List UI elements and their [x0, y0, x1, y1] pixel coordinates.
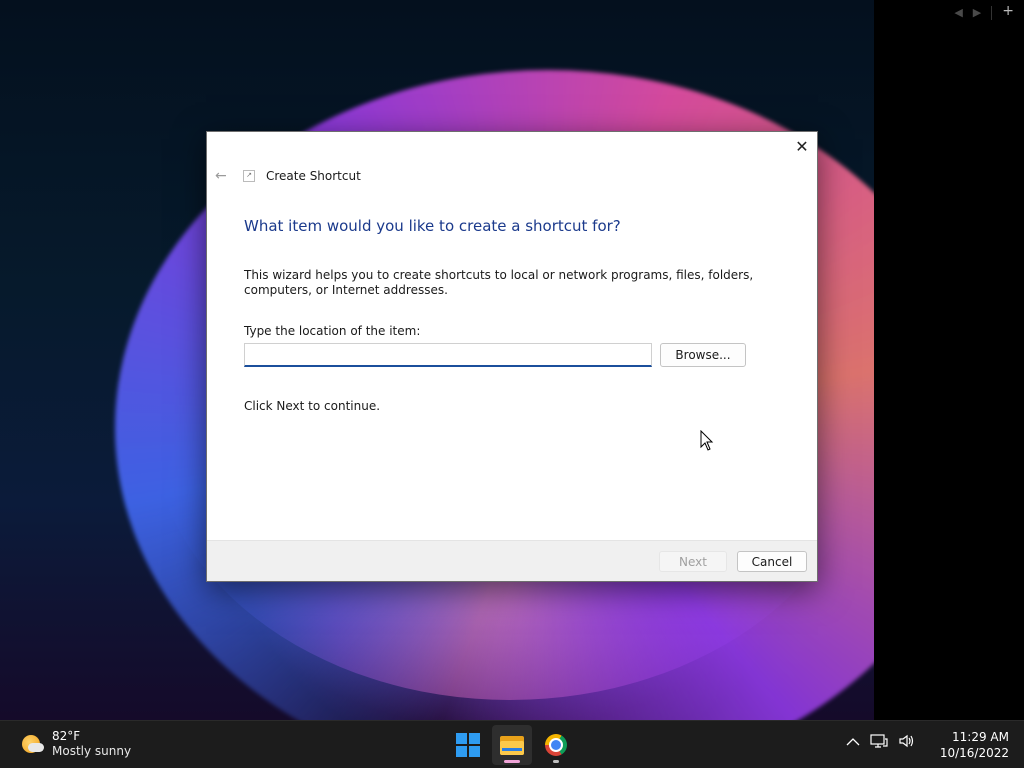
volume-icon[interactable] [898, 733, 916, 753]
clock-date: 10/16/2022 [939, 746, 1009, 760]
wizard-question: What item would you like to create a sho… [244, 217, 621, 235]
location-input[interactable] [244, 343, 652, 367]
side-panel: ◀ ▶ + [874, 0, 1024, 720]
chevron-up-icon[interactable] [846, 736, 860, 750]
add-icon[interactable]: + [1002, 4, 1014, 20]
wizard-description: This wizard helps you to create shortcut… [244, 268, 754, 297]
folder-icon [500, 735, 524, 755]
panel-divider [991, 6, 993, 20]
weather-widget[interactable]: 82°F Mostly sunny [20, 729, 131, 759]
panel-controls: ◀ ▶ + [954, 4, 1014, 20]
clock[interactable]: 11:29 AM 10/16/2022 [940, 729, 1009, 761]
chrome-icon [545, 734, 567, 756]
wizard-title: Create Shortcut [266, 169, 361, 183]
windows-logo-icon [456, 733, 480, 757]
weather-text: 82°F Mostly sunny [52, 729, 131, 759]
pinned-apps [448, 725, 576, 765]
weather-condition: Mostly sunny [52, 744, 132, 758]
system-tray [846, 733, 916, 753]
start-button[interactable] [448, 725, 488, 765]
file-explorer-button[interactable] [492, 725, 532, 765]
weather-temperature: 82°F [52, 729, 81, 743]
next-button[interactable]: Next [659, 551, 727, 572]
partly-sunny-icon [20, 732, 44, 756]
prev-arrow-icon[interactable]: ◀ [954, 6, 962, 20]
running-indicator [553, 760, 559, 763]
continue-text: Click Next to continue. [244, 399, 381, 413]
taskbar: 82°F Mostly sunny 11:29 AM 10/16/2022 [0, 720, 1024, 768]
back-arrow-icon[interactable]: ← [215, 168, 229, 184]
chrome-button[interactable] [536, 725, 576, 765]
running-indicator [504, 760, 520, 763]
next-arrow-icon[interactable]: ▶ [973, 6, 981, 20]
cancel-button[interactable]: Cancel [737, 551, 807, 572]
close-button[interactable]: ✕ [787, 132, 817, 160]
dialog-footer: Next Cancel [207, 540, 817, 581]
browse-button[interactable]: Browse... [660, 343, 746, 367]
create-shortcut-dialog: ✕ ← ↗ Create Shortcut What item would yo… [206, 131, 818, 582]
mouse-cursor-icon [700, 430, 714, 451]
location-label: Type the location of the item: [244, 324, 421, 338]
wizard-header: ← ↗ Create Shortcut [215, 168, 361, 184]
clock-time: 11:29 AM [952, 730, 1009, 744]
wizard-icon: ↗ [243, 170, 255, 182]
network-icon[interactable] [870, 733, 888, 753]
